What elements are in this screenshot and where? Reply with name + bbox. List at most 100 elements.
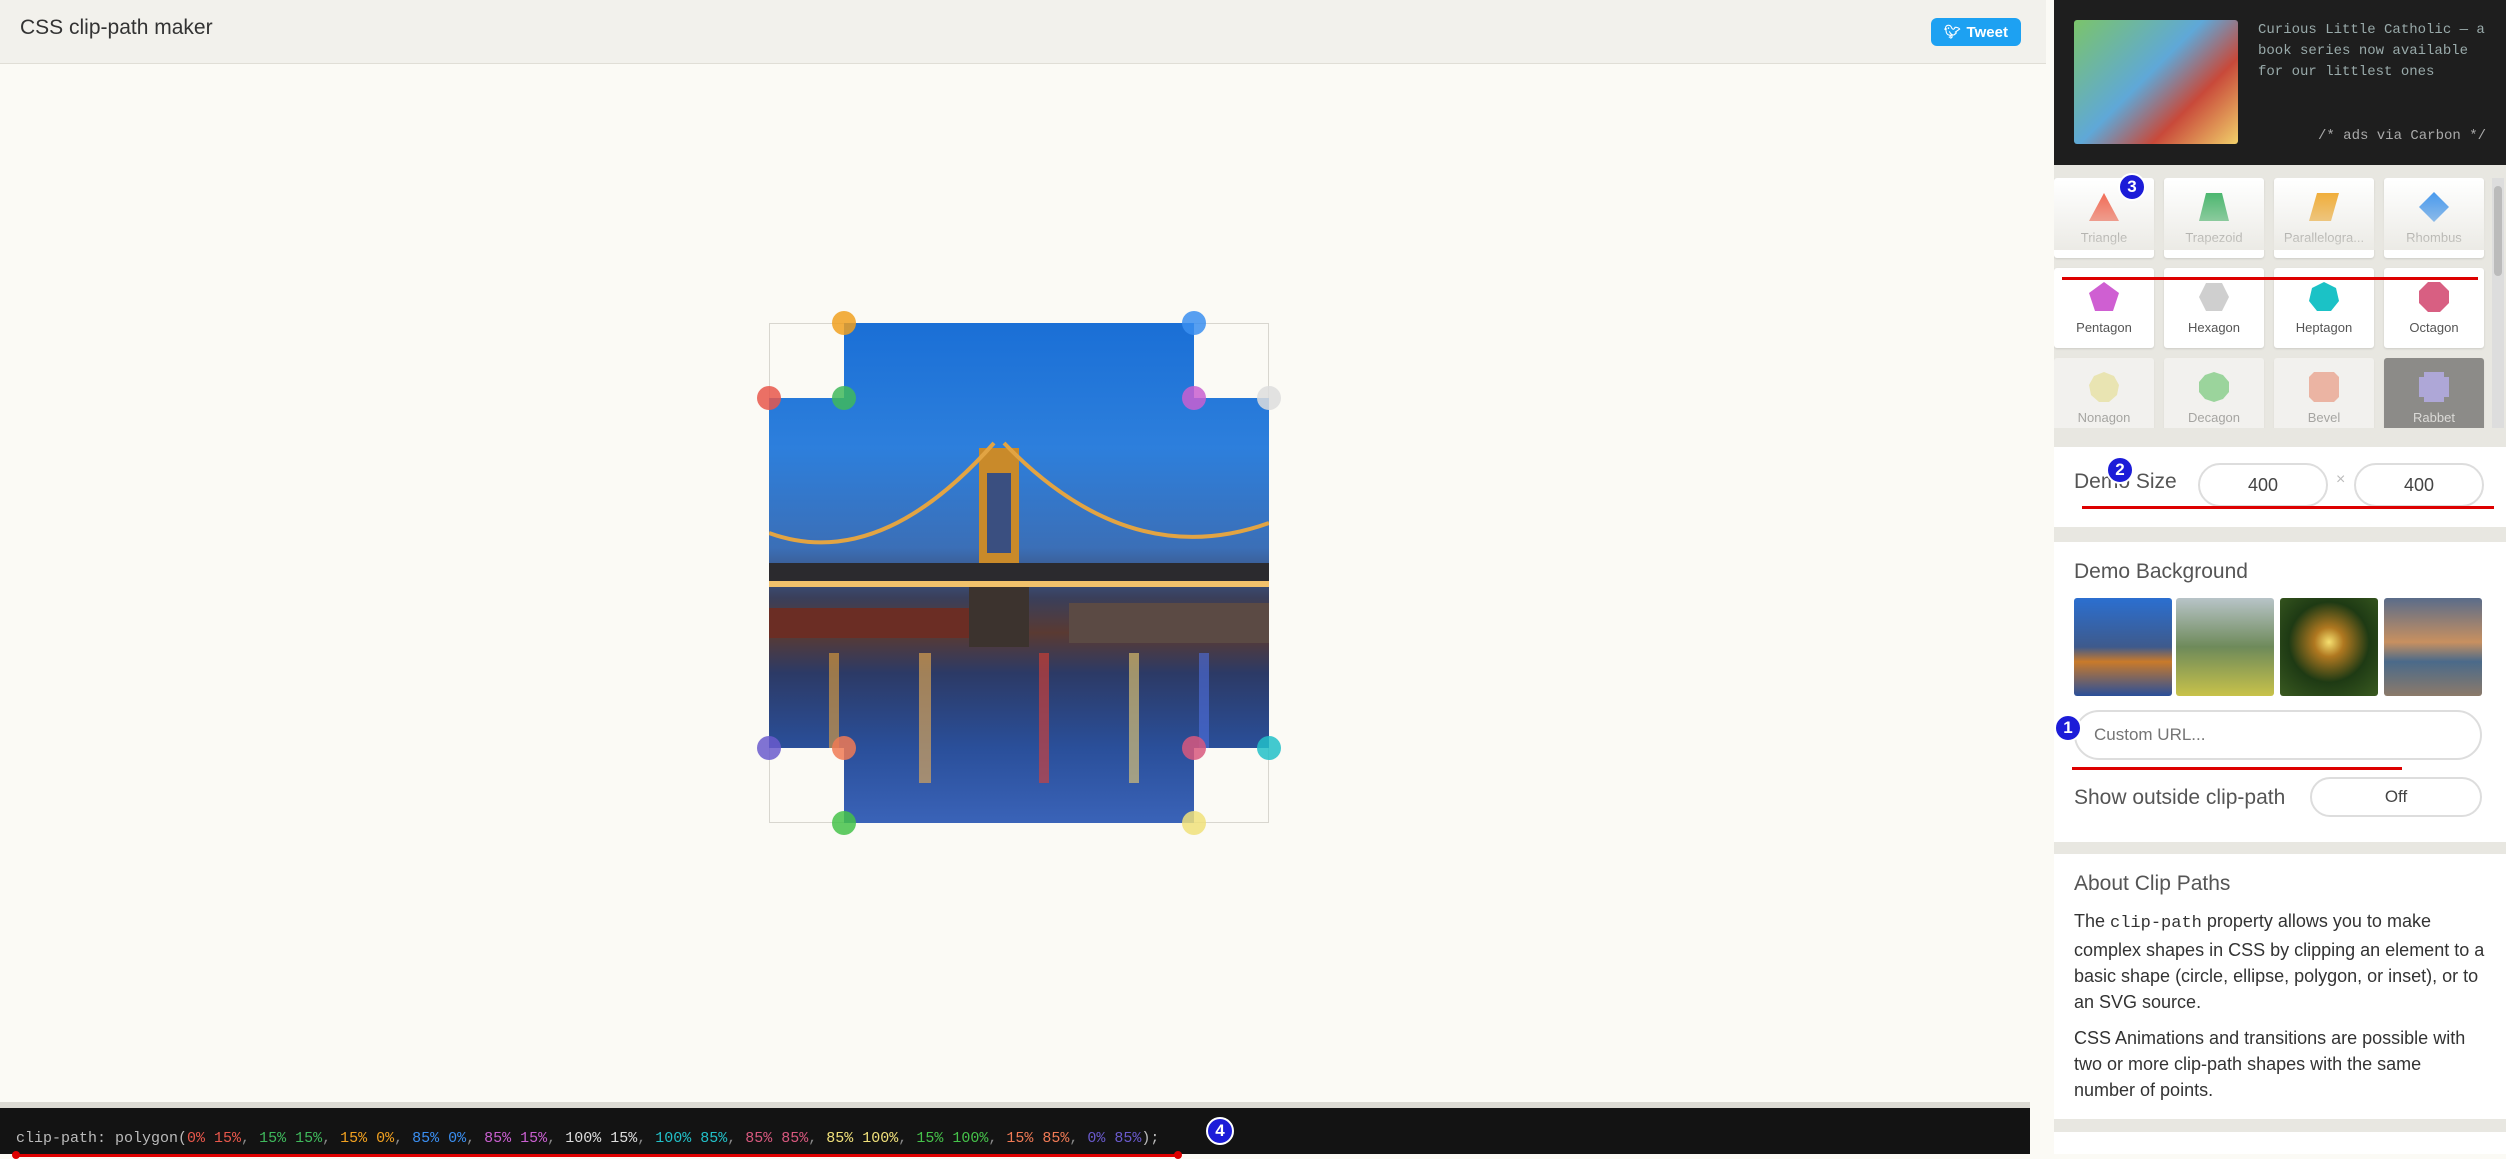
shape-label: Trapezoid <box>2185 230 2243 245</box>
demo-background-panel: Demo Background Show outside clip-path O… <box>2054 542 2506 842</box>
clip-point-handle[interactable] <box>832 386 856 410</box>
code-point: 15% 0% <box>340 1130 395 1147</box>
code-prefix: clip-path: polygon( <box>16 1130 188 1147</box>
ad-credit[interactable]: /* ads via Carbon */ <box>2318 128 2486 144</box>
code-points: 0% 15%, 15% 15%, 15% 0%, 85% 0%, 85% 15%… <box>187 1130 1142 1147</box>
shape-label: Pentagon <box>2076 320 2132 335</box>
shape-option-decagon[interactable]: Decagon <box>2164 358 2264 428</box>
shape-label: Rabbet <box>2413 410 2455 425</box>
about-title: About Clip Paths <box>2074 872 2231 895</box>
clip-point-handle[interactable] <box>1182 311 1206 335</box>
top-bar: CSS clip-path maker 🐦︎ Tweet <box>0 0 2046 64</box>
next-panel <box>2054 1132 2506 1154</box>
shape-gallery: Triangle Trapezoid Parallelogra... Rhombus P… <box>2054 178 2490 428</box>
shape-label: Decagon <box>2187 410 2241 425</box>
clip-point-handle[interactable] <box>757 736 781 760</box>
annotation-underline <box>2082 506 2494 509</box>
demo-stage <box>0 64 2046 1094</box>
tweet-button[interactable]: 🐦︎ Tweet <box>1931 18 2021 46</box>
trapezoid-icon <box>2199 193 2229 221</box>
bg-thumb-beach[interactable] <box>2384 598 2482 696</box>
shape-label: Octagon <box>2409 320 2459 335</box>
shape-option-heptagon[interactable]: Heptagon <box>2274 268 2374 348</box>
nonagon-icon <box>2089 372 2119 402</box>
clip-point-handle[interactable] <box>1257 736 1281 760</box>
annotation-underline <box>2062 277 2478 280</box>
clip-point-handle[interactable] <box>832 736 856 760</box>
hexagon-icon <box>2199 283 2229 311</box>
about-panel: About Clip Paths The clip-path property … <box>2054 854 2506 1119</box>
show-outside-label: Show outside clip-path <box>2074 786 2286 809</box>
shape-option-hexagon[interactable]: Hexagon <box>2164 268 2264 348</box>
shape-option-rabbet[interactable]: Rabbet <box>2384 358 2484 428</box>
bg-thumb-bridge[interactable] <box>2074 598 2172 696</box>
scrollbar-thumb[interactable] <box>2494 186 2502 276</box>
carbon-ad[interactable]: Curious Little Catholic — a book series … <box>2054 0 2506 165</box>
sidebar: Curious Little Catholic — a book series … <box>2054 0 2506 1154</box>
code-point: 0% 15% <box>187 1130 242 1147</box>
shape-label: Bevel <box>2307 410 2341 425</box>
clip-point-handle[interactable] <box>1182 736 1206 760</box>
clip-point-handle[interactable] <box>832 811 856 835</box>
annotation-underline <box>2072 767 2402 770</box>
annotation-badge-4: 4 <box>1206 1117 1234 1145</box>
shape-label: Nonagon <box>2077 410 2131 425</box>
shape-option-parallelogra[interactable]: Parallelogra... <box>2274 178 2374 258</box>
code-point: 100% 85% <box>655 1130 728 1147</box>
code-point: 85% 85% <box>745 1130 809 1147</box>
heptagon-icon <box>2309 282 2339 311</box>
demo-height-input[interactable] <box>2354 463 2484 507</box>
ad-text[interactable]: Curious Little Catholic — a book series … <box>2258 20 2488 83</box>
rhombus-icon <box>2419 192 2449 222</box>
shape-label: Parallelogra... <box>2283 230 2365 245</box>
shape-option-bevel[interactable]: Bevel <box>2274 358 2374 428</box>
clip-point-handle[interactable] <box>1182 811 1206 835</box>
code-point: 15% 15% <box>259 1130 323 1147</box>
gallery-scrollbar[interactable] <box>2492 178 2504 428</box>
show-outside-toggle[interactable]: Off <box>2310 777 2482 817</box>
code-suffix: ); <box>1141 1130 1160 1147</box>
annotation-underline <box>14 1154 1180 1157</box>
shape-label: Hexagon <box>2187 320 2241 335</box>
shape-option-octagon[interactable]: Octagon <box>2384 268 2484 348</box>
code-point: 85% 15% <box>484 1130 548 1147</box>
shape-option-nonagon[interactable]: Nonagon <box>2054 358 2154 428</box>
code-point: 85% 100% <box>826 1130 899 1147</box>
annotation-badge-3: 3 <box>2118 173 2146 201</box>
annotation-badge-2: 2 <box>2106 456 2134 484</box>
clip-point-handle[interactable] <box>757 386 781 410</box>
shape-option-trapezoid[interactable]: Trapezoid <box>2164 178 2264 258</box>
code-point: 85% 0% <box>412 1130 467 1147</box>
about-paragraph: The clip-path property allows you to mak… <box>2074 911 2485 1012</box>
bg-thumb-field[interactable] <box>2176 598 2274 696</box>
triangle-icon <box>2089 193 2119 221</box>
clip-point-handle[interactable] <box>1257 386 1281 410</box>
demo-background-title: Demo Background <box>2074 560 2248 583</box>
code-point: 15% 85% <box>1006 1130 1070 1147</box>
demo-width-input[interactable] <box>2198 463 2328 507</box>
code-point: 100% 15% <box>565 1130 638 1147</box>
code-point: 15% 100% <box>916 1130 989 1147</box>
rabbet-icon <box>2419 372 2449 402</box>
clip-path-code[interactable]: clip-path: polygon(0% 15%, 15% 15%, 15% … <box>16 1130 1159 1147</box>
clip-point-handle[interactable] <box>1182 386 1206 410</box>
decagon-icon <box>2199 372 2229 402</box>
code-point: 0% 85% <box>1087 1130 1142 1147</box>
annotation-dot <box>12 1151 20 1159</box>
custom-url-input[interactable] <box>2074 710 2482 760</box>
shape-option-rhombus[interactable]: Rhombus <box>2384 178 2484 258</box>
about-paragraph: CSS Animations and transitions are possi… <box>2074 1028 2466 1100</box>
page-title: CSS clip-path maker <box>20 16 213 39</box>
tweet-label: Tweet <box>1966 23 2008 41</box>
bg-thumb-sparkler[interactable] <box>2280 598 2378 696</box>
shape-option-pentagon[interactable]: Pentagon <box>2054 268 2154 348</box>
clip-path-output: clip-path: polygon(0% 15%, 15% 15%, 15% … <box>0 1102 2030 1159</box>
annotation-badge-1: 1 <box>2054 714 2082 742</box>
clip-path-code-term: clip-path <box>2110 914 2202 933</box>
shape-label: Rhombus <box>2406 230 2462 245</box>
bevel-icon <box>2309 372 2339 402</box>
clip-point-handle[interactable] <box>832 311 856 335</box>
size-separator: × <box>2336 471 2346 488</box>
ad-image[interactable] <box>2074 20 2238 144</box>
twitter-bird-icon: 🐦︎ <box>1944 24 1961 39</box>
